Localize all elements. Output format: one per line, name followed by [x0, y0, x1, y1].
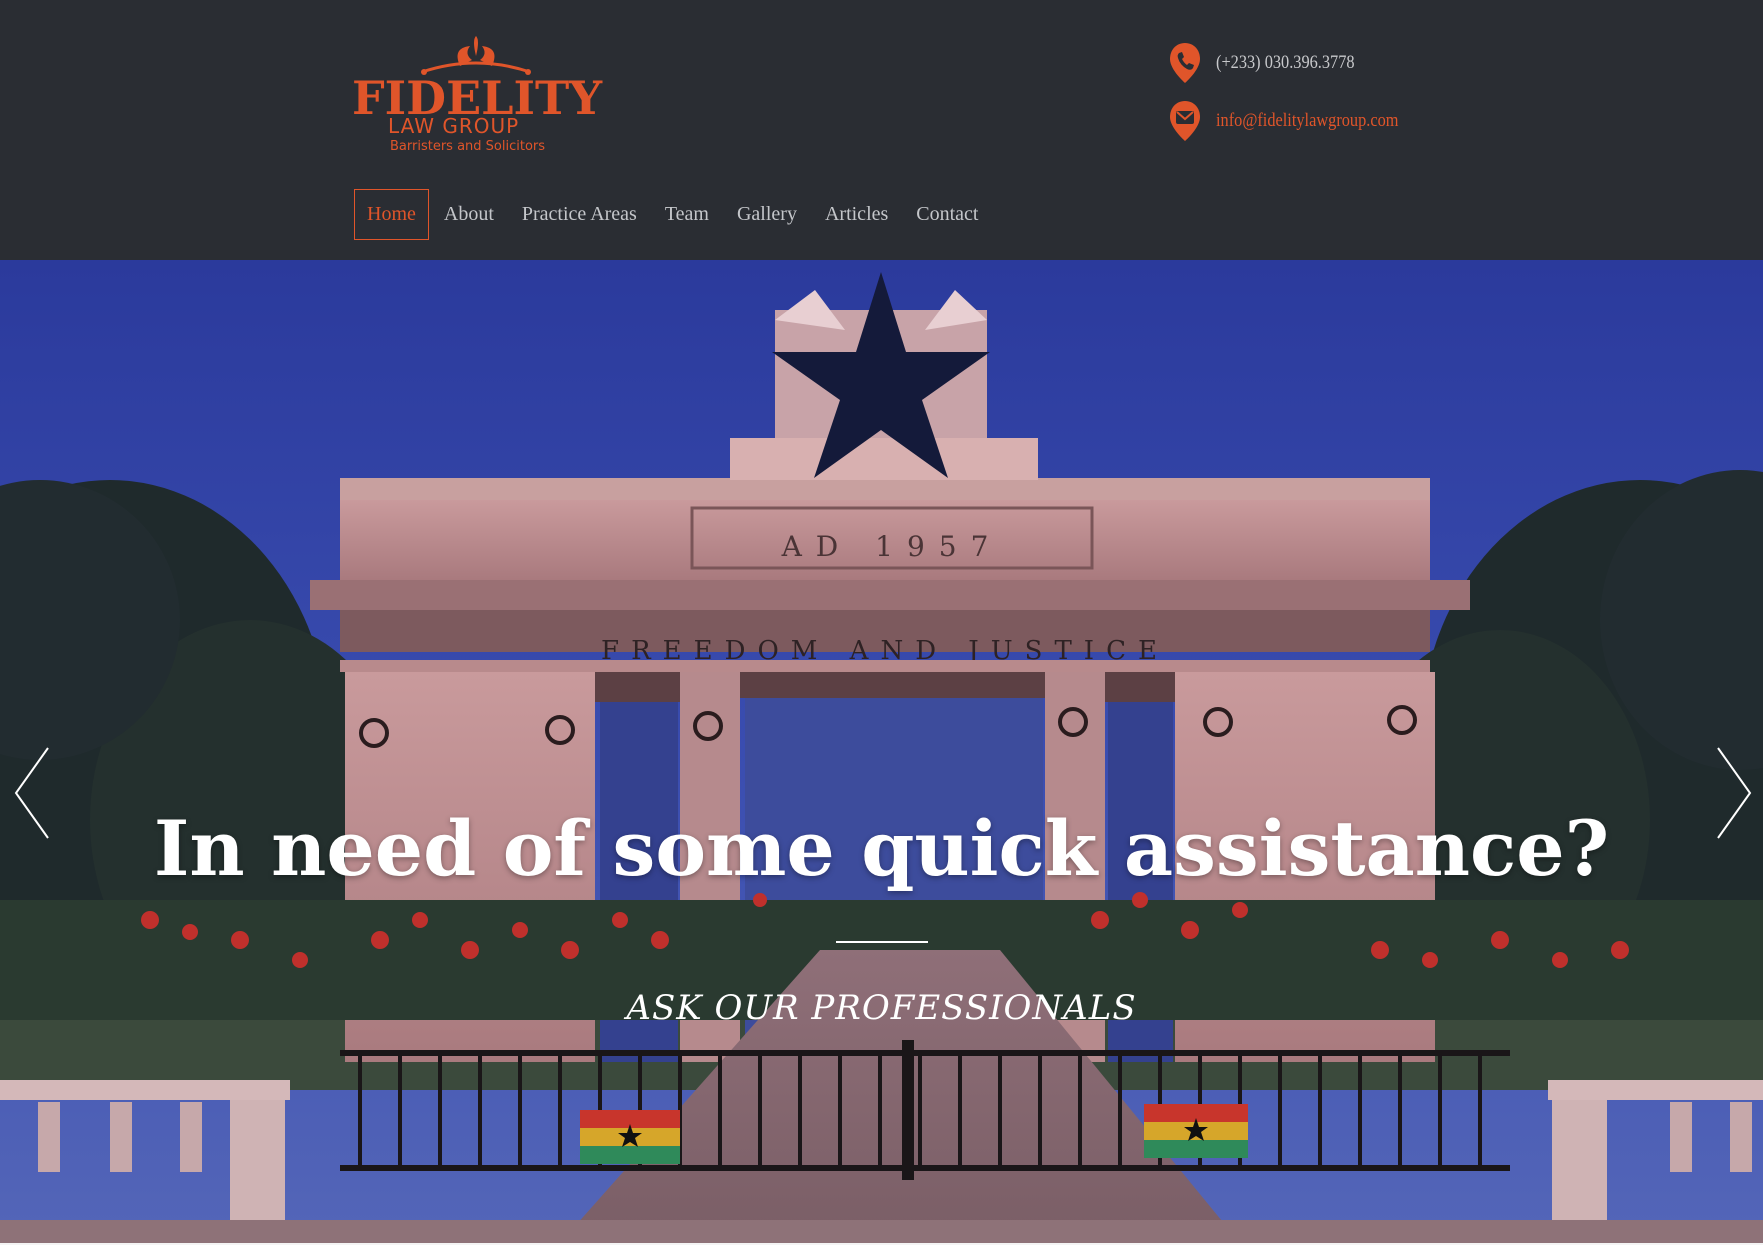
hero-slider: AD 1957 FREEDOM AND JUSTICE In need of s… — [0, 260, 1763, 1243]
slider-prev-button[interactable] — [8, 738, 58, 848]
nav-practice-areas[interactable]: Practice Areas — [509, 189, 650, 240]
chevron-right-icon — [1717, 747, 1752, 839]
hero-divider — [836, 941, 928, 943]
nav-team[interactable]: Team — [652, 189, 722, 240]
nav-gallery[interactable]: Gallery — [724, 189, 810, 240]
main-nav: Home About Practice Areas Team Gallery A… — [354, 189, 994, 240]
nav-home[interactable]: Home — [354, 189, 429, 240]
chevron-left-icon — [14, 747, 49, 839]
hero-subtitle: ASK OUR PROFESSIONALS — [626, 988, 1137, 1028]
svg-text:Barristers and Solicitors: Barristers and Solicitors — [390, 139, 545, 154]
phone-icon — [1168, 41, 1202, 85]
brand-logo[interactable]: FIDELITY LAW GROUP Barristers and Solici… — [352, 36, 608, 156]
nav-articles[interactable]: Articles — [812, 189, 901, 240]
site-header: FIDELITY LAW GROUP Barristers and Solici… — [0, 0, 1763, 260]
envelope-icon — [1168, 99, 1202, 143]
hero-title: In need of some quick assistance? — [153, 804, 1610, 893]
ghana-flag-right — [1144, 1104, 1248, 1158]
phone-contact: (+233) 030.396.3778 — [1168, 41, 1377, 85]
hero-background-image: AD 1957 FREEDOM AND JUSTICE — [0, 260, 1763, 1243]
monument-inscription-top: AD 1957 — [781, 530, 1003, 563]
slider-next-button[interactable] — [1708, 738, 1758, 848]
svg-text:LAW GROUP: LAW GROUP — [388, 114, 519, 138]
ghana-flag-left — [580, 1110, 680, 1164]
email-link[interactable]: info@fidelitylawgroup.com — [1216, 110, 1398, 132]
phone-number[interactable]: (+233) 030.396.3778 — [1216, 52, 1355, 74]
nav-contact[interactable]: Contact — [903, 189, 991, 240]
nav-about[interactable]: About — [431, 189, 507, 240]
email-contact: info@fidelitylawgroup.com — [1168, 99, 1428, 143]
